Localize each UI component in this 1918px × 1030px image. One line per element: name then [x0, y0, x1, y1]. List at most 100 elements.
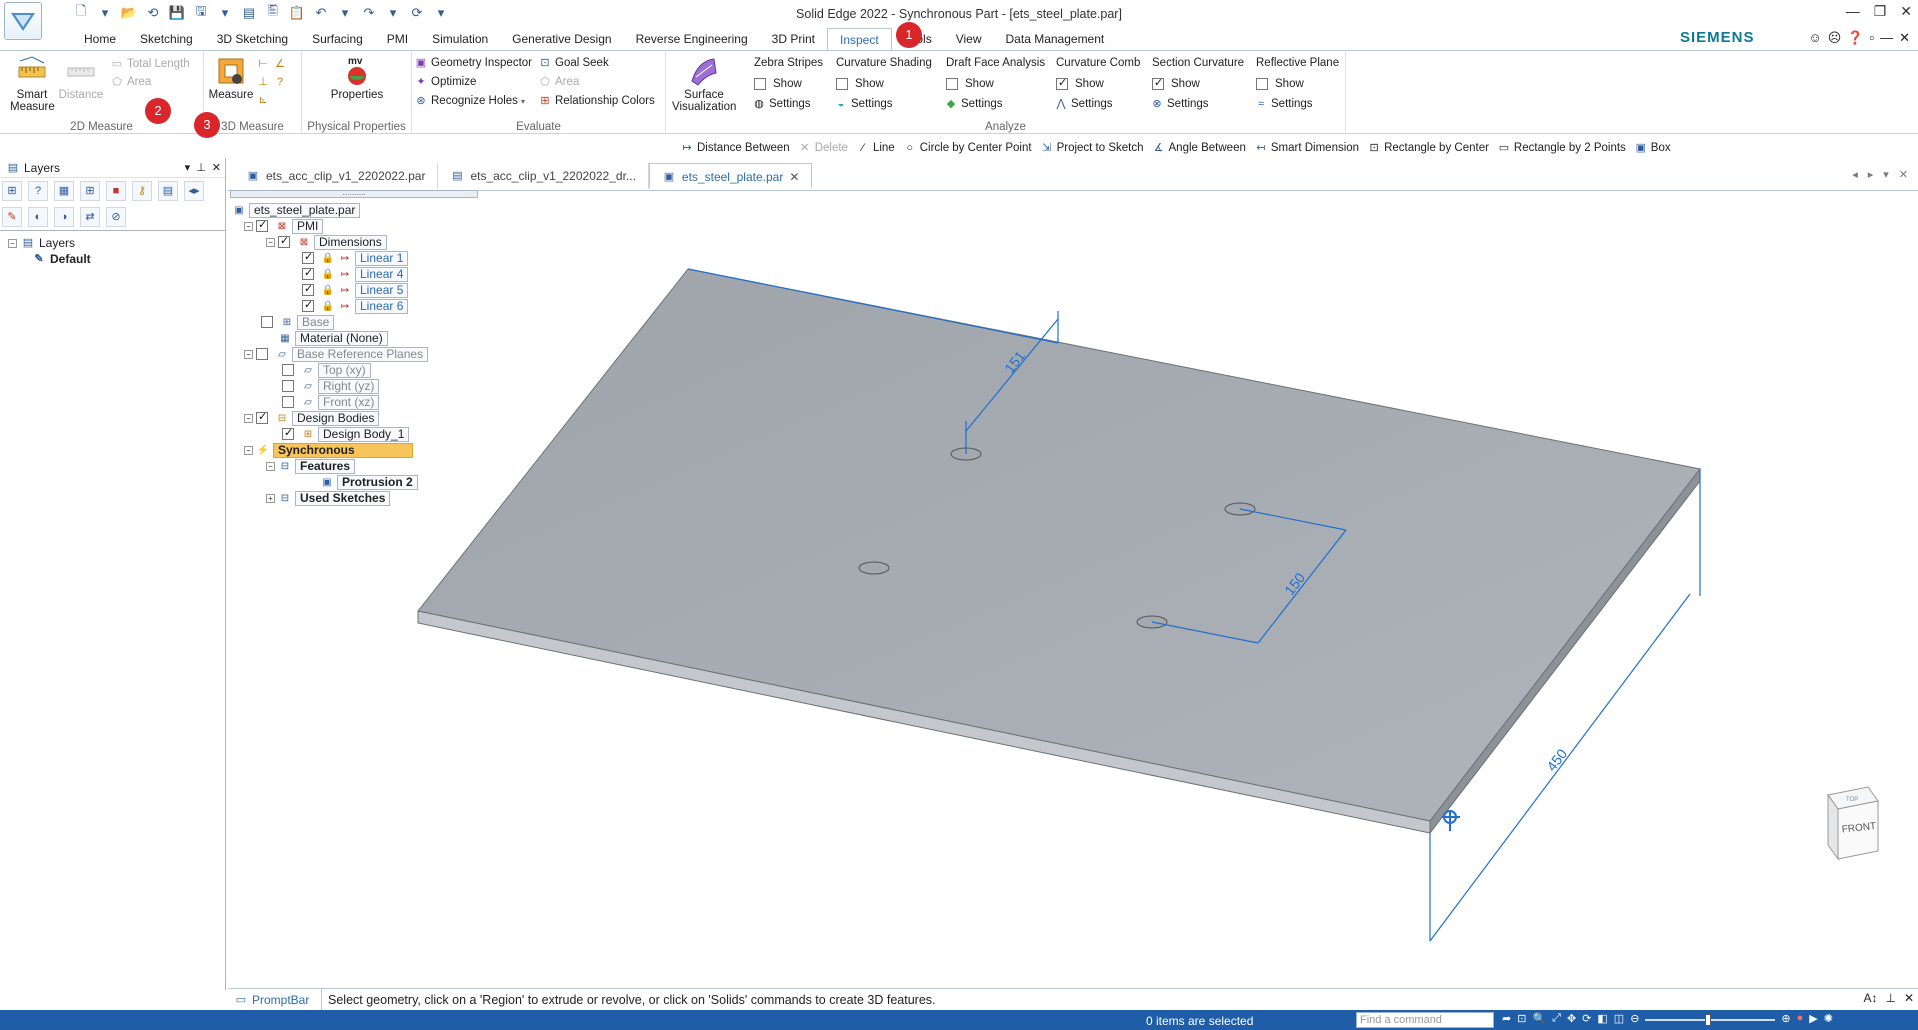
measure-minimum-small-button[interactable]: ⊾ [256, 93, 270, 107]
tab-simulation[interactable]: Simulation [420, 28, 500, 50]
tab-reverse-engineering[interactable]: Reverse Engineering [624, 28, 760, 50]
zebra-stripes-checkbox[interactable] [754, 78, 766, 90]
promptbar-close-icon[interactable]: ✕ [1904, 991, 1914, 1005]
tab-view[interactable]: View [944, 28, 994, 50]
zoom-slider[interactable] [1645, 1014, 1776, 1026]
plane-front-checkbox[interactable] [282, 396, 294, 408]
measure-distance-small-button[interactable]: ⊢ ∠ [256, 57, 287, 71]
area-2d-button[interactable]: ⬠ Area [110, 75, 151, 89]
design-bodies-checkbox[interactable] [256, 410, 268, 424]
measure-button[interactable]: Measure [206, 55, 256, 101]
dimension-450[interactable]: 450 [1543, 746, 1570, 774]
plate-top-face[interactable] [417, 268, 1701, 822]
delete-layer-icon[interactable]: ⊘ [106, 207, 126, 227]
zoom-area-icon[interactable]: ⊡ [1517, 1012, 1526, 1025]
doc-close-all-icon[interactable]: ✕ [1899, 168, 1908, 181]
doc-tab-clip-par[interactable]: ▣ ets_acc_clip_v1_2202022.par [234, 163, 439, 189]
measure-normal-small-button[interactable]: ⊥? [256, 75, 287, 89]
properties-button[interactable]: mv Properties [324, 55, 390, 101]
tree-material[interactable]: ▦ Material (None) [278, 330, 388, 346]
pan-icon[interactable]: ✥ [1567, 1012, 1576, 1025]
reflective-plane-settings[interactable]: ≈ Settings [1254, 97, 1313, 111]
curvature-shading-show[interactable]: Show [836, 78, 884, 90]
dimensions-checkbox[interactable] [278, 234, 290, 248]
used-sketches-expand-icon[interactable]: + [266, 493, 275, 503]
graphics-viewport[interactable]: 151 150 450 FRONT TOP [228, 190, 1918, 988]
tab-home[interactable]: Home [72, 28, 128, 50]
zoom-slider-thumb[interactable] [1705, 1014, 1712, 1026]
move-to-layer-icon[interactable]: ⇄ [80, 207, 100, 227]
zoom-out-icon[interactable]: ⊖ [1630, 1012, 1639, 1025]
project-to-sketch-command[interactable]: ⇲ Project to Sketch [1040, 138, 1144, 158]
new-layer-icon[interactable]: ✎ [2, 207, 22, 227]
zebra-stripes-show[interactable]: Show [754, 78, 802, 90]
draft-face-analysis-show[interactable]: Show [946, 78, 994, 90]
ref-planes-checkbox[interactable] [256, 348, 268, 360]
doc-close-icon[interactable]: ✕ [1899, 30, 1910, 46]
linear-1-checkbox[interactable] [302, 250, 314, 264]
appearance-icon[interactable]: ▦ [54, 181, 74, 201]
youtube-icon[interactable]: ▶ [1809, 1012, 1817, 1025]
key-icon[interactable]: ⚷ [132, 181, 152, 201]
tree-linear-1[interactable]: 🔒 ↦ Linear 1 [302, 250, 409, 266]
hole-2[interactable] [858, 561, 890, 575]
recognize-holes-button[interactable]: ⊛ Recognize Holes ▾ [414, 94, 525, 108]
pathfinder-handle[interactable]: ………. [230, 190, 478, 198]
plane-top-checkbox[interactable] [282, 364, 294, 376]
sketch-view-icon[interactable]: ◫ [1614, 1012, 1624, 1025]
tree-synchronous[interactable]: − ⚡ Synchronous [244, 442, 413, 458]
tree-used-sketches[interactable]: + ⊟ Used Sketches [266, 490, 391, 506]
ribbon-minimize-icon[interactable]: ▫ [1869, 30, 1874, 46]
pane-scroll-icon[interactable]: ◂▸ [184, 181, 204, 201]
tree-linear-5[interactable]: 🔒 ↦ Linear 5 [302, 282, 409, 298]
rectangle-by-center-command[interactable]: ⊡ Rectangle by Center [1367, 138, 1488, 158]
fit-icon[interactable]: ⤢ [1552, 1012, 1561, 1025]
curvature-comb-settings[interactable]: ⋀ Settings [1054, 97, 1112, 111]
goal-seek-button[interactable]: ⊡ Goal Seek [538, 56, 608, 70]
rectangle-by-2-points-command[interactable]: ▭ Rectangle by 2 Points [1497, 138, 1626, 158]
doc-minimize-icon[interactable]: — [1880, 30, 1893, 46]
optimize-button[interactable]: ✦ Optimize [414, 75, 476, 89]
curvature-comb-show[interactable]: Show [1056, 76, 1104, 90]
curvature-shading-checkbox[interactable] [836, 78, 848, 90]
library-icon[interactable]: ⊞ [80, 181, 100, 201]
tree-plane-right[interactable]: ▱ Right (yz) [282, 378, 380, 394]
pmi-checkbox[interactable] [256, 218, 268, 232]
ai-icon[interactable]: ✺ [1824, 1012, 1833, 1025]
area-evaluate-button[interactable]: ⬠ Area [538, 75, 579, 89]
frown-feedback-icon[interactable]: ☹ [1828, 30, 1842, 46]
view-cube[interactable]: FRONT TOP [1827, 786, 1879, 861]
close-button[interactable]: ✕ [1900, 3, 1912, 20]
smart-dimension-command[interactable]: ↤ Smart Dimension [1254, 138, 1359, 158]
tree-design-bodies[interactable]: − ⊟ Design Bodies [244, 410, 380, 426]
tab-pmi[interactable]: PMI [375, 28, 420, 50]
rotate-icon[interactable]: ⟳ [1582, 1012, 1591, 1025]
reflective-plane-checkbox[interactable] [1256, 78, 1268, 90]
tab-list-icon[interactable]: ▾ [1883, 168, 1889, 181]
promptbar-pin-icon[interactable]: ⊥ [1885, 991, 1895, 1005]
curvature-shading-settings[interactable]: ◒ Settings [834, 97, 893, 111]
angle-between-command[interactable]: ∡ Angle Between [1152, 138, 1246, 158]
curvature-comb-checkbox[interactable] [1056, 76, 1068, 90]
linear-6-checkbox[interactable] [302, 298, 314, 312]
plane-right-checkbox[interactable] [282, 380, 294, 392]
command-finder-input[interactable]: Find a command [1356, 1012, 1494, 1028]
help-icon[interactable]: ❓ [1847, 30, 1863, 46]
layer-default[interactable]: ✎ Default [8, 251, 225, 267]
circle-by-center-command[interactable]: ○ Circle by Center Point [903, 138, 1031, 158]
tab-data-management[interactable]: Data Management [994, 28, 1117, 50]
pmi-collapse-icon[interactable]: − [244, 221, 253, 231]
dimensions-collapse-icon[interactable]: − [266, 237, 275, 247]
layers-tab-icon[interactable]: ▤ [158, 181, 178, 201]
total-length-button[interactable]: ▭ Total Length [110, 57, 190, 71]
tree-linear-4[interactable]: 🔒 ↦ Linear 4 [302, 266, 409, 282]
tab-3d-print[interactable]: 3D Print [760, 28, 827, 50]
tree-plane-top[interactable]: ▱ Top (xy) [282, 362, 371, 378]
pane-menu-icon[interactable]: ▾ [185, 161, 191, 174]
promptbar-tab[interactable]: ▭ PromptBar [228, 988, 322, 1011]
geometry-inspector-button[interactable]: ▣ Geometry Inspector [414, 56, 532, 70]
view-style-icon[interactable]: ◧ [1597, 1012, 1607, 1025]
tab-sketching[interactable]: Sketching [128, 28, 205, 50]
doc-tab-steel-plate[interactable]: ▣ ets_steel_plate.par ✕ [648, 163, 813, 189]
hide-layer-icon[interactable]: ◑ [54, 207, 74, 227]
